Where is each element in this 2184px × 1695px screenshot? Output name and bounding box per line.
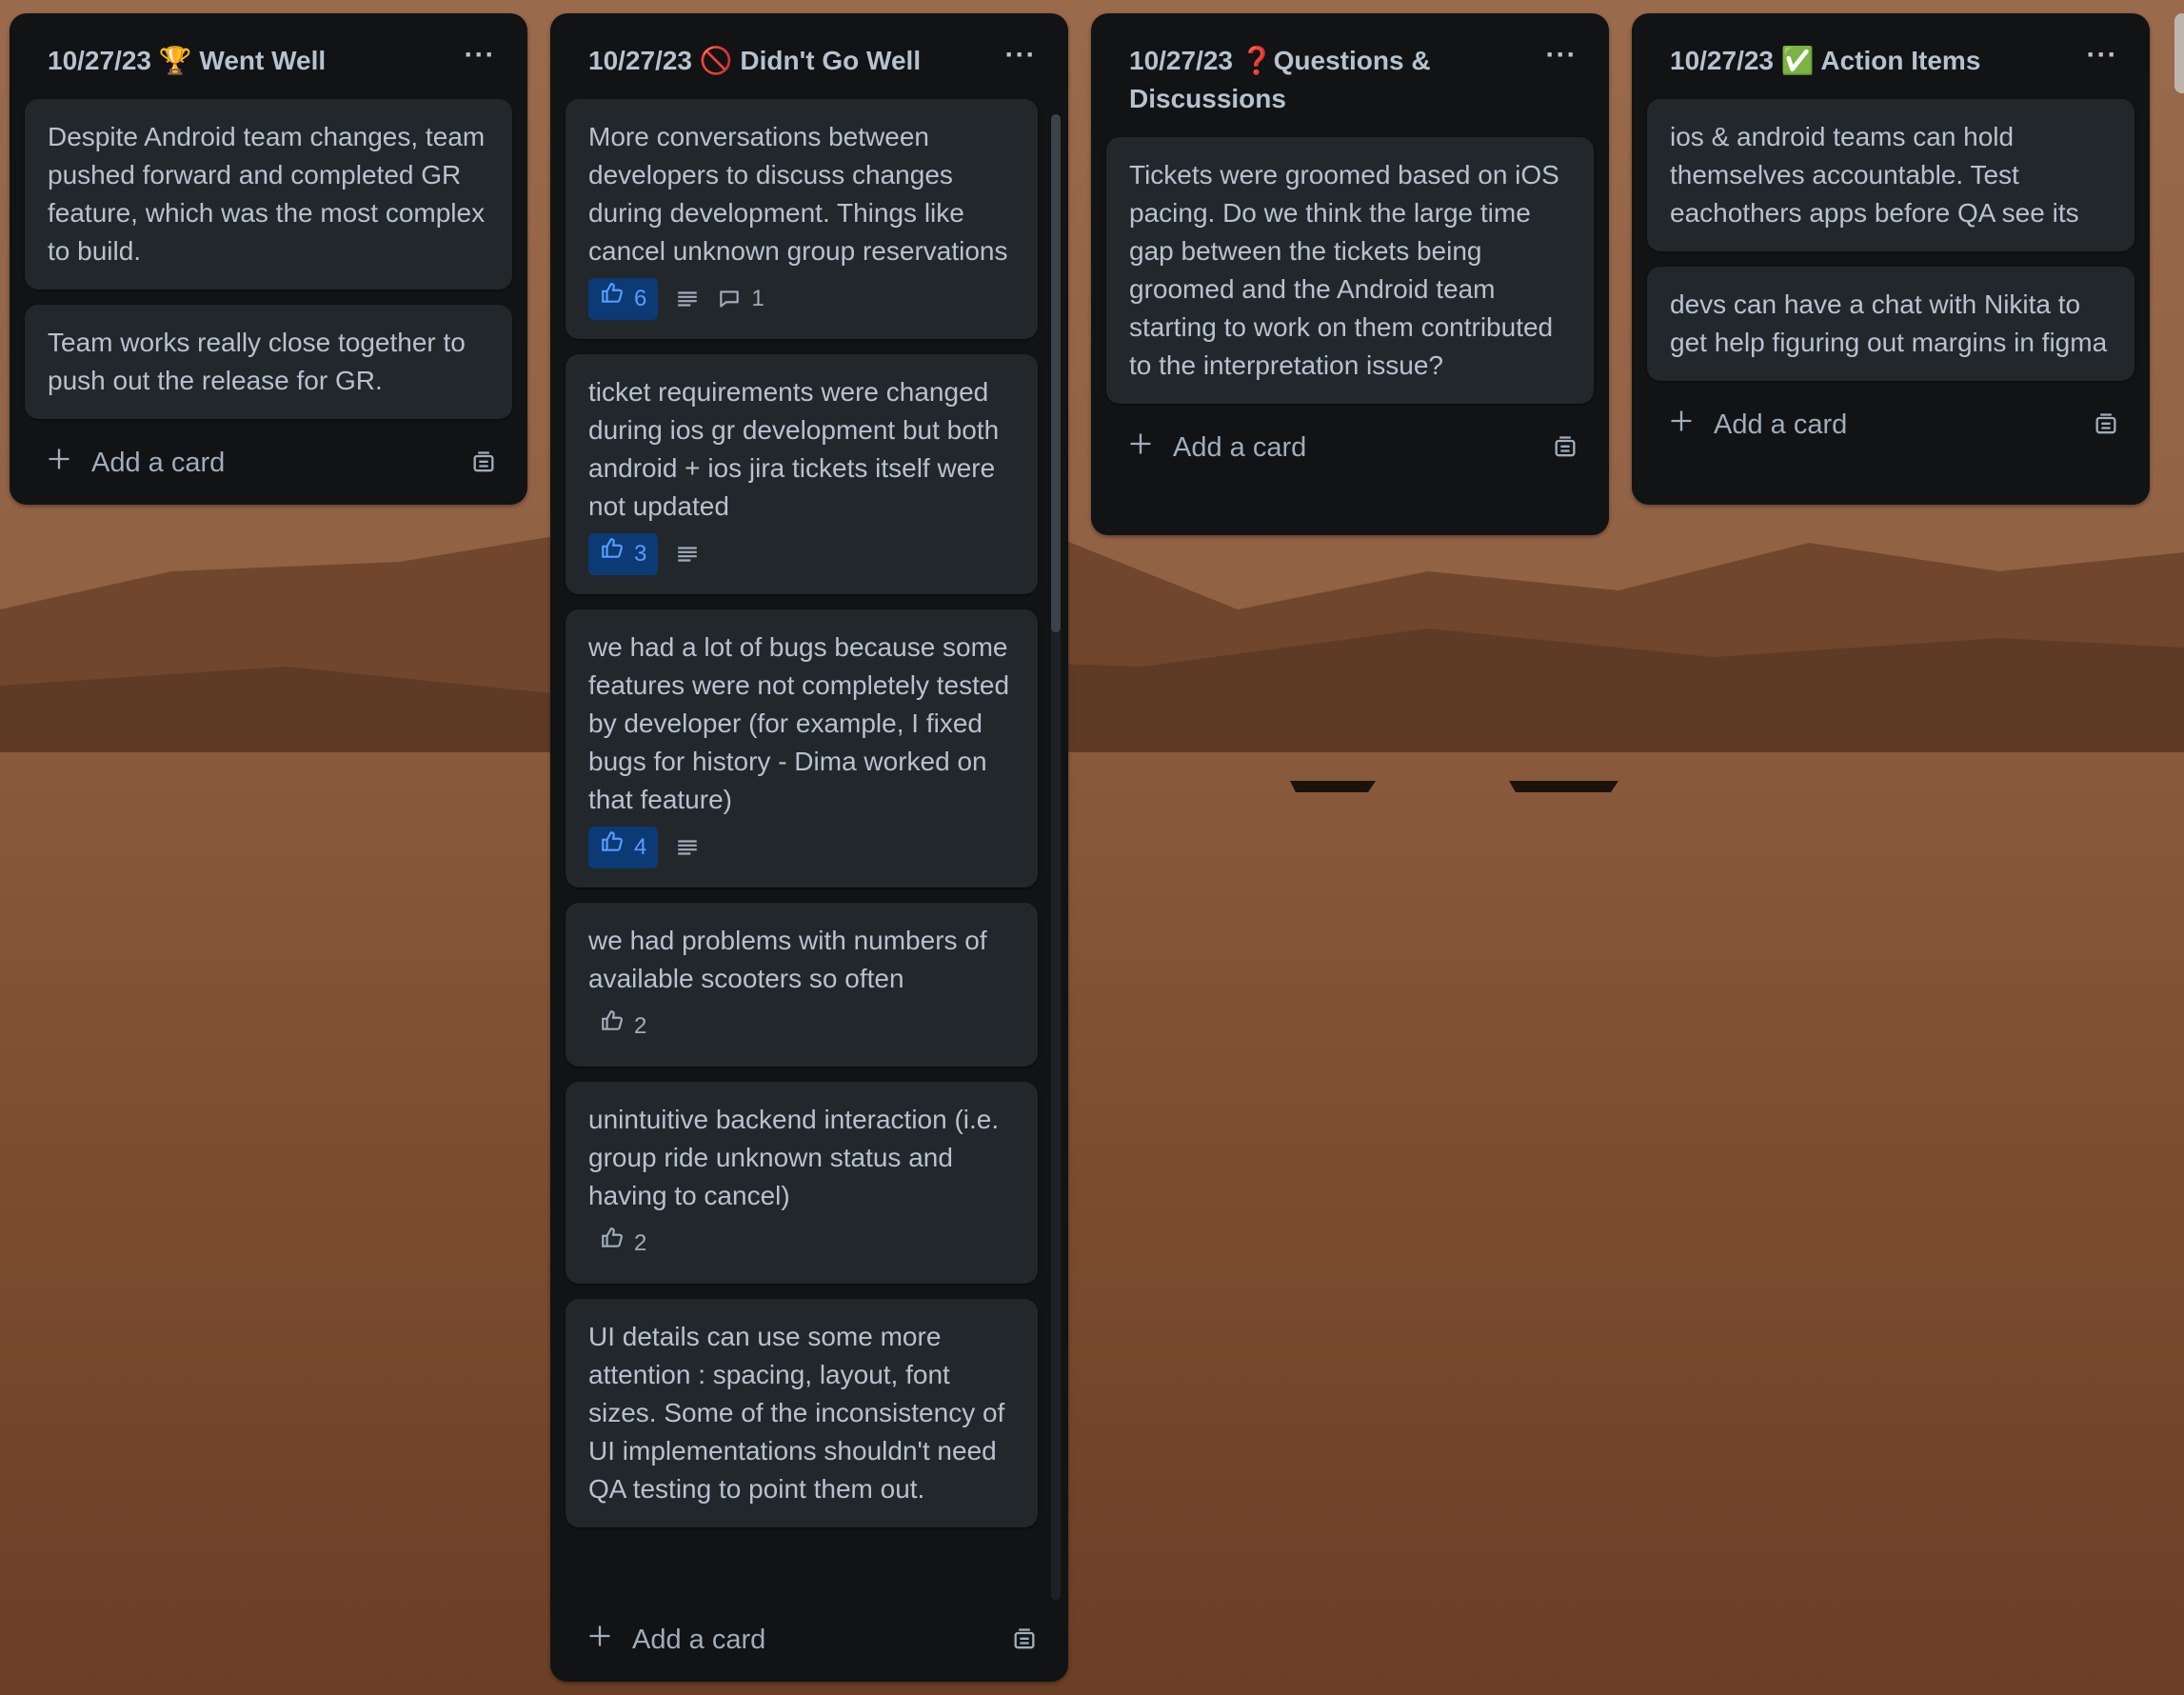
list-header: 10/27/23 ❓Questions & Discussions ··· xyxy=(1091,13,1609,118)
list-menu-button[interactable]: ··· xyxy=(1000,41,1042,80)
description-icon xyxy=(675,542,700,567)
list-questions-discussions: 10/27/23 ❓Questions & Discussions ··· Ti… xyxy=(1091,13,1609,535)
card-list: Tickets were groomed based on iOS pacing… xyxy=(1091,137,1609,404)
card-template-icon[interactable] xyxy=(470,449,497,476)
list-action-items: 10/27/23 ✅ Action Items ··· ios & androi… xyxy=(1632,13,2150,505)
comment-icon xyxy=(717,287,742,311)
add-card-row: Add a card xyxy=(1091,419,1609,476)
thumbs-up-icon xyxy=(600,828,625,867)
add-card-label: Add a card xyxy=(1714,409,1848,440)
card-badges: 4 xyxy=(588,827,1015,868)
card-badges: 6 1 xyxy=(588,278,1015,320)
add-card-button[interactable]: Add a card xyxy=(1668,408,1847,442)
card[interactable]: Tickets were groomed based on iOS pacing… xyxy=(1106,137,1594,404)
card[interactable]: unintuitive backend interaction (i.e. gr… xyxy=(566,1082,1038,1284)
vote-count: 2 xyxy=(634,1230,647,1256)
card-badges: 2 xyxy=(588,1006,1015,1047)
card[interactable]: More conversations between developers to… xyxy=(566,99,1038,339)
plus-icon xyxy=(1127,430,1154,465)
thumbs-up-icon xyxy=(600,1225,625,1263)
add-card-row: Add a card xyxy=(10,434,527,491)
comment-count: 1 xyxy=(751,286,764,311)
vote-count: 4 xyxy=(634,834,647,860)
vote-count: 6 xyxy=(634,286,647,311)
add-card-label: Add a card xyxy=(632,1624,766,1655)
card-text: we had problems with numbers of availabl… xyxy=(588,926,987,993)
list-menu-button[interactable]: ··· xyxy=(1540,41,1582,80)
vote-badge[interactable]: 2 xyxy=(588,1006,658,1047)
card[interactable]: Team works really close together to push… xyxy=(25,305,512,419)
vote-badge[interactable]: 4 xyxy=(588,827,659,868)
card-list: Despite Android team changes, team pushe… xyxy=(10,99,527,419)
card-text: More conversations between developers to… xyxy=(588,122,1008,266)
card-badges: 3 xyxy=(588,533,1015,575)
card[interactable]: ios & android teams can hold themselves … xyxy=(1647,99,2134,251)
card-template-icon[interactable] xyxy=(2093,411,2119,438)
list-title[interactable]: 10/27/23 ✅ Action Items xyxy=(1670,42,2051,80)
vote-badge[interactable]: 2 xyxy=(588,1223,658,1265)
plus-icon xyxy=(586,1623,613,1657)
list-menu-button[interactable]: ··· xyxy=(2081,41,2123,80)
card-template-icon[interactable] xyxy=(1552,434,1578,461)
card-text: devs can have a chat with Nikita to get … xyxy=(1670,289,2108,357)
comment-badge: 1 xyxy=(717,280,764,318)
card[interactable]: we had a lot of bugs because some featur… xyxy=(566,609,1038,887)
thumbs-up-icon xyxy=(600,1007,625,1046)
add-card-label: Add a card xyxy=(91,447,226,478)
card-list: More conversations between developers to… xyxy=(550,99,1068,1565)
list-title[interactable]: 10/27/23 ❓Questions & Discussions xyxy=(1129,42,1510,118)
add-card-row: Add a card xyxy=(1632,396,2150,453)
card-template-icon[interactable] xyxy=(1011,1626,1038,1653)
scrollbar-thumb[interactable] xyxy=(1051,114,1061,632)
list-menu-button[interactable]: ··· xyxy=(459,41,501,80)
description-icon xyxy=(675,287,700,311)
card[interactable]: devs can have a chat with Nikita to get … xyxy=(1647,267,2134,381)
card-text: ios & android teams can hold themselves … xyxy=(1670,122,2079,228)
list-header: 10/27/23 🚫 Didn't Go Well ··· xyxy=(550,13,1068,99)
list-went-well: 10/27/23 🏆 Went Well ··· Despite Android… xyxy=(10,13,527,505)
vote-badge[interactable]: 3 xyxy=(588,533,659,575)
card-list: ios & android teams can hold themselves … xyxy=(1632,99,2150,381)
card-text: we had a lot of bugs because some featur… xyxy=(588,632,1010,814)
card-text: Team works really close together to push… xyxy=(48,328,466,395)
vote-badge[interactable]: 6 xyxy=(588,278,659,320)
list-title[interactable]: 10/27/23 🚫 Didn't Go Well xyxy=(588,42,969,80)
add-card-button[interactable]: Add a card xyxy=(46,446,225,480)
add-card-row: Add a card xyxy=(550,1611,1068,1668)
add-card-button[interactable]: Add a card xyxy=(1127,430,1306,465)
vote-count: 2 xyxy=(634,1013,647,1039)
scroll-edge-handle[interactable] xyxy=(2174,13,2184,93)
card[interactable]: UI details can use some more attention :… xyxy=(566,1299,1038,1527)
card-text: UI details can use some more attention :… xyxy=(588,1322,1005,1504)
card[interactable]: we had problems with numbers of availabl… xyxy=(566,903,1038,1067)
thumbs-up-icon xyxy=(600,280,625,318)
list-header: 10/27/23 🏆 Went Well ··· xyxy=(10,13,527,99)
add-card-button[interactable]: Add a card xyxy=(586,1623,765,1657)
card[interactable]: ticket requirements were changed during … xyxy=(566,354,1038,594)
vote-count: 3 xyxy=(634,541,647,567)
list-title[interactable]: 10/27/23 🏆 Went Well xyxy=(48,42,428,80)
card-text: Tickets were groomed based on iOS pacing… xyxy=(1129,160,1559,380)
add-card-label: Add a card xyxy=(1173,431,1307,463)
list-header: 10/27/23 ✅ Action Items ··· xyxy=(1632,13,2150,99)
plus-icon xyxy=(1668,408,1695,442)
card[interactable]: Despite Android team changes, team pushe… xyxy=(25,99,512,289)
list-didnt-go-well: 10/27/23 🚫 Didn't Go Well ··· More conve… xyxy=(550,13,1068,1682)
card-text: ticket requirements were changed during … xyxy=(588,377,1000,521)
thumbs-up-icon xyxy=(600,535,625,573)
description-icon xyxy=(675,835,700,860)
card-text: Despite Android team changes, team pushe… xyxy=(48,122,486,266)
plus-icon xyxy=(46,446,72,480)
card-badges: 2 xyxy=(588,1223,1015,1265)
card-text: unintuitive backend interaction (i.e. gr… xyxy=(588,1105,1000,1210)
list-scrollbar[interactable] xyxy=(1051,114,1061,1600)
